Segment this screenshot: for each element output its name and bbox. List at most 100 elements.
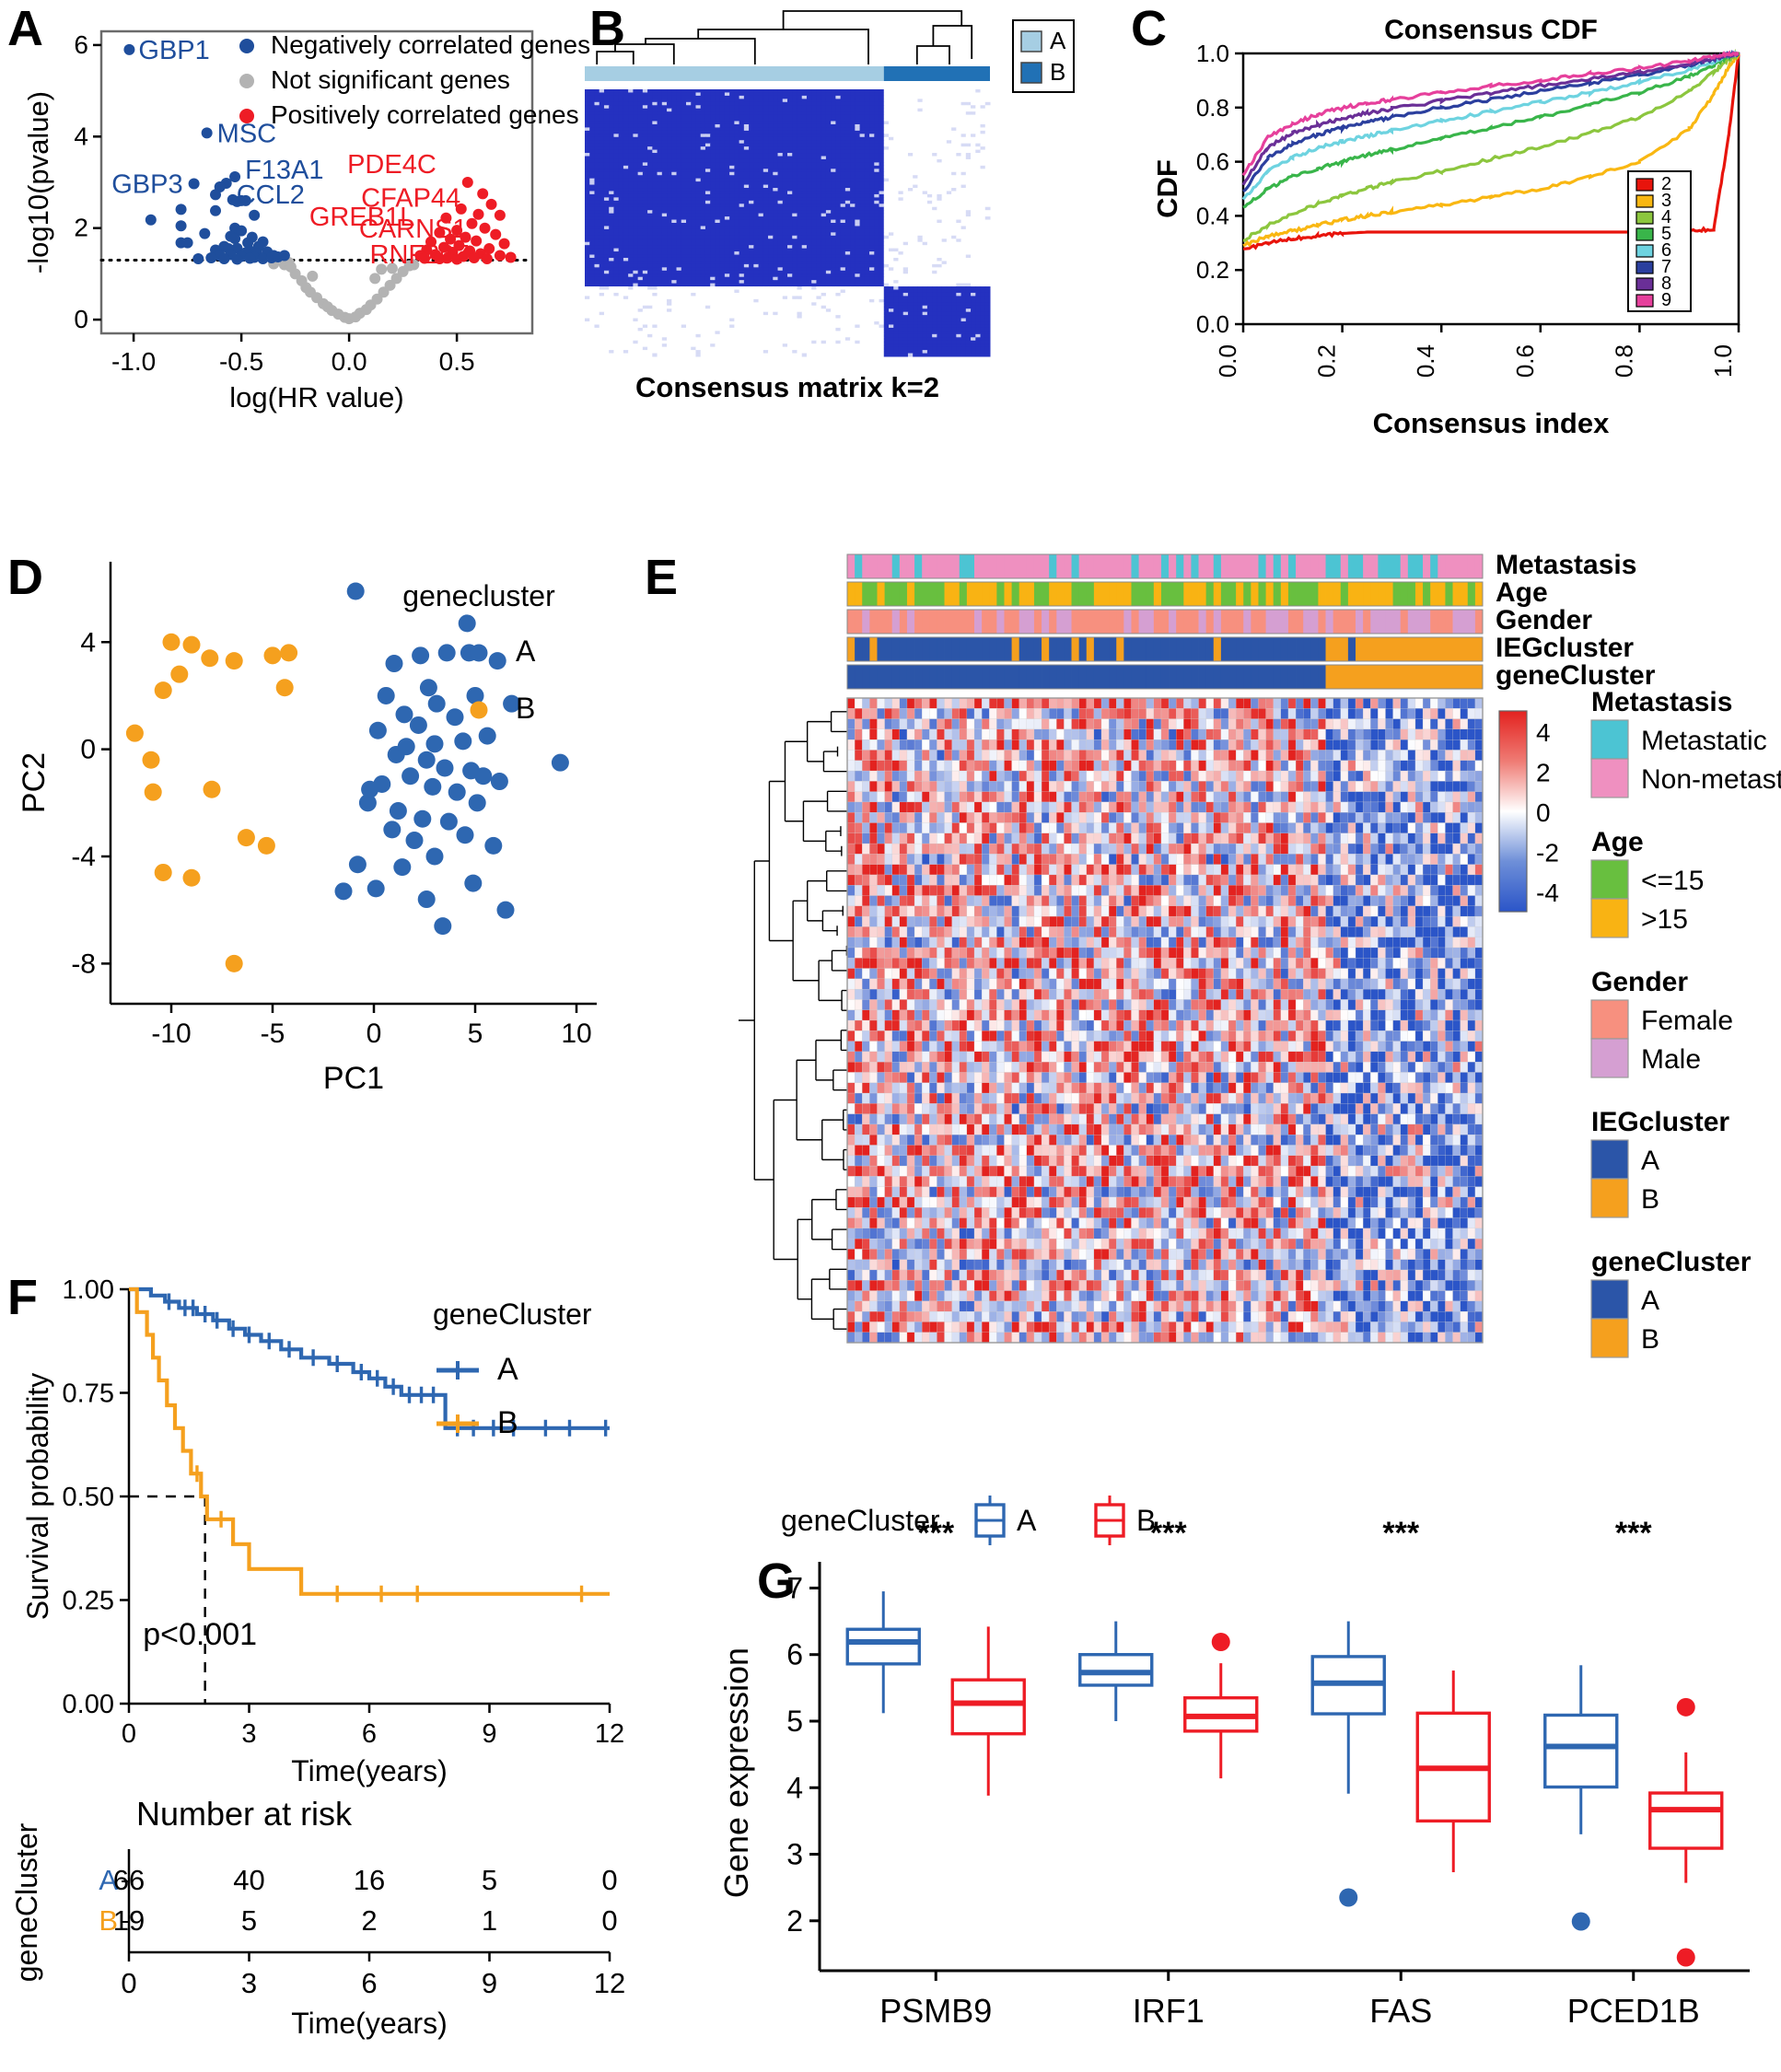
panel-g-box-PSMB9-A [845, 1591, 921, 1714]
panel-a-xlabel: log(HR value) [229, 381, 404, 413]
panel-d-plot: -8 -4 0 4 -10 -5 0 5 10 PC2 PC1 genecluster AB [17, 562, 597, 1096]
panel-e-track-label: Age [1496, 577, 1548, 608]
panel-e: Metastasis Age Gender IEGcluster geneCluster… [635, 534, 1781, 1483]
panel-g-significance: *** [1382, 1516, 1419, 1551]
legend-swatch [1635, 227, 1654, 241]
panel-c-title: Consensus CDF [1384, 15, 1598, 45]
panel-b-caption: Consensus matrix k=2 [635, 371, 939, 403]
legend-swatch [1635, 244, 1654, 258]
panel-f-risk-xtick: 12 [594, 1967, 625, 1999]
panel-f-ytick: 0.00 [63, 1690, 114, 1719]
panel-a-gene-label: RNF207 [370, 240, 470, 270]
panel-g-significance: *** [1150, 1516, 1187, 1551]
panel-e-track-label: Metastasis [1496, 550, 1636, 580]
panel-f-legend-label: A [497, 1352, 518, 1387]
legend-swatch [1590, 1178, 1629, 1218]
legend-swatch [1635, 178, 1654, 192]
panel-f-plot: 0.000.250.500.751.000 3 6 9 12Survival proba… [10, 1275, 625, 2040]
panel-e-legend-label: B [1641, 1324, 1659, 1355]
panel-f-legend-title: geneCluster [433, 1298, 592, 1331]
legend-dot-icon [239, 109, 254, 123]
panel-d-xtick: -5 [261, 1019, 285, 1049]
panel-e-colorbar-tick: 4 [1536, 718, 1551, 747]
panel-d-xlabel: PC1 [323, 1061, 384, 1096]
panel-f-curve-B [129, 1286, 610, 1596]
panel-a-legend-label: Negatively correlated genes [271, 30, 590, 59]
panel-g-ytick: 6 [786, 1638, 803, 1671]
legend-swatch [1590, 1139, 1629, 1180]
panel-f: 0.00 0.25 0.50 0.75 1.00 0 3 6 9 12 Survival proba… [0, 1262, 645, 2072]
panel-f-risk-cell: 0 [601, 1904, 617, 1937]
panel-g-ytick: 2 [786, 1904, 803, 1938]
panel-f-ytick: 0.50 [63, 1483, 114, 1512]
legend-swatch [1590, 1038, 1629, 1078]
panel-c-ytick: 0.8 [1196, 94, 1229, 122]
panel-f-xtick: 0 [122, 1719, 136, 1749]
panel-c-xlabel: Consensus index [1373, 407, 1610, 439]
panel-g-outlier [1676, 1948, 1695, 1967]
panel-c-xtick: 1.0 [1709, 344, 1737, 378]
panel-e-colorbar [1498, 710, 1528, 913]
panel-f-risk-cell: 5 [482, 1864, 497, 1896]
panel-f-pvalue: p<0.001 [143, 1617, 257, 1652]
panel-f-risk-cell: 40 [233, 1864, 264, 1896]
panel-g-plot: geneCluster A B234567Gene expressionPSMB9*… [717, 1496, 1750, 2030]
legend-swatch [1590, 758, 1629, 798]
panel-c-xtick: 0.2 [1313, 344, 1341, 378]
legend-dot-icon [470, 701, 488, 719]
panel-a-legend-label: Not significant genes [271, 65, 510, 94]
panel-d-legend-label: A [516, 634, 536, 668]
panel-g-ylabel: Gene expression [717, 1647, 755, 1898]
panel-f-risk-cell: 0 [601, 1864, 617, 1896]
panel-c: Consensus CDF 0.0 0.0 0.2 0.2 0.4 0.4 0.6 0.6 0.8… [1123, 0, 1781, 439]
panel-g-category-label: IRF1 [1133, 1992, 1205, 2030]
legend-dot-icon [239, 39, 254, 53]
panel-g-box-IRF1-A [1078, 1621, 1154, 1721]
legend-swatch [1020, 62, 1042, 84]
panel-a-plot: 0 2 4 6 -1.0 -0.5 0.0 0.5 -log10(pvalue) log(HR v… [22, 29, 590, 413]
panel-e-colorbar-tick: 2 [1536, 759, 1551, 787]
panel-e-track-Age [846, 581, 1484, 607]
panel-b: Consensus matrix k=2 A B [553, 0, 1123, 403]
panel-c-xtick: 0.4 [1412, 344, 1439, 378]
panel-f-risk-cell: 19 [113, 1904, 145, 1937]
panel-a-legend: Negatively correlated genes Not significa… [239, 30, 590, 129]
panel-g-significance: *** [917, 1516, 954, 1551]
panel-c-plot: Consensus CDF 0.0 0.0 0.2 0.2 0.4 0.4 0.6 0.6 0.8… [1151, 15, 1740, 439]
panel-d-ytick: 4 [80, 627, 96, 658]
panel-g: geneCluster A B 2 3 4 5 6 7 Gene expression PSMB9 *… [700, 1473, 1781, 2072]
panel-f-censors-B [195, 1465, 584, 1602]
panel-c-xtick: 0.6 [1511, 344, 1539, 378]
panel-e-colorbar-tick: -4 [1536, 879, 1559, 907]
panel-a-gene-label: PDE4C [347, 150, 437, 180]
panel-g-outlier [1339, 1888, 1358, 1907]
legend-swatch [1635, 261, 1654, 274]
panel-f-ytick: 0.25 [63, 1587, 114, 1616]
panel-e-track-label: IEGcluster [1496, 633, 1634, 663]
panel-e-legend-label: A [1641, 1286, 1659, 1316]
panel-a-xtick: 0.5 [439, 347, 475, 376]
panel-e-colorbar-tick: -2 [1536, 839, 1559, 867]
panel-c-xtick: 0.0 [1214, 344, 1241, 378]
legend-swatch [1635, 211, 1654, 225]
panel-d-xtick: 10 [561, 1019, 591, 1049]
legend-swatch [1635, 194, 1654, 208]
panel-d-legend-title: genecluster [402, 579, 555, 612]
panel-g-outlier [1211, 1632, 1230, 1651]
panel-e-legend-label: Male [1641, 1044, 1701, 1075]
panel-f-xtick: 6 [362, 1719, 377, 1749]
panel-g-category-label: PSMB9 [879, 1992, 992, 2030]
panel-b-legend-label: A [1050, 27, 1066, 54]
panel-d-ylabel: PC2 [17, 752, 52, 813]
panel-g-category-label: PCED1B [1567, 1992, 1700, 2030]
panel-d: -8 -4 0 4 -10 -5 0 5 10 PC2 PC1 genecluster A B [0, 543, 635, 1188]
panel-c-xtick: 0.8 [1610, 344, 1637, 378]
panel-a-ytick: 6 [74, 30, 88, 59]
panel-b-legend-label: B [1050, 58, 1065, 86]
panel-a-gene-label: CCL2 [237, 180, 305, 210]
panel-e-legend-label: <=15 [1641, 866, 1704, 896]
panel-d-xtick: 5 [468, 1019, 483, 1049]
panel-e-legend-label: Female [1641, 1006, 1733, 1036]
panel-e-legend-label: >15 [1641, 904, 1688, 935]
panel-f-risk-cell: 1 [482, 1904, 497, 1937]
